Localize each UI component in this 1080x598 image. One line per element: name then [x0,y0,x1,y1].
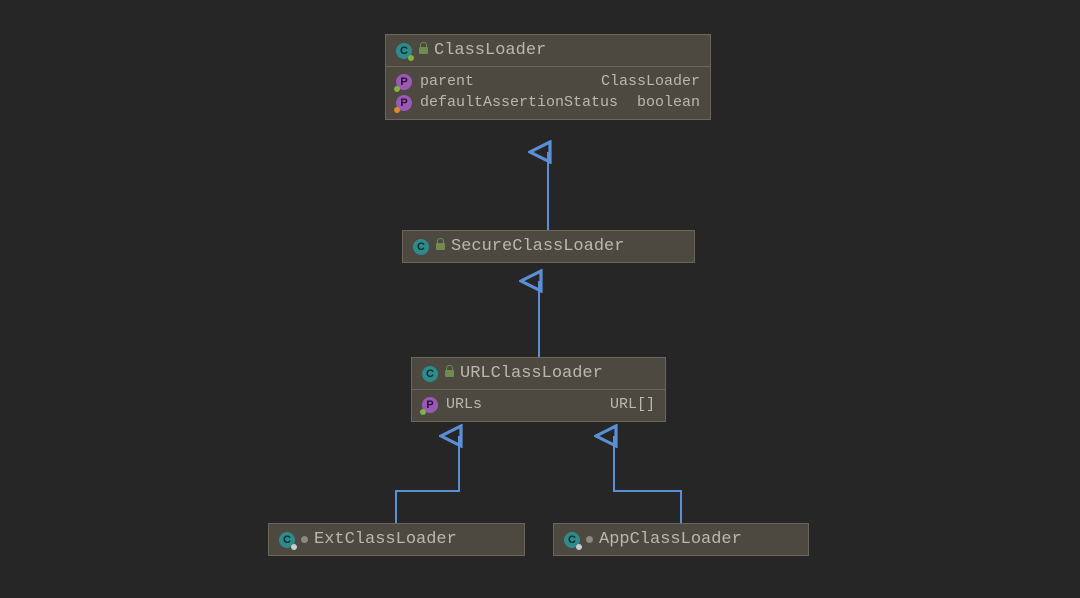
inheritance-arrows [0,0,1080,598]
